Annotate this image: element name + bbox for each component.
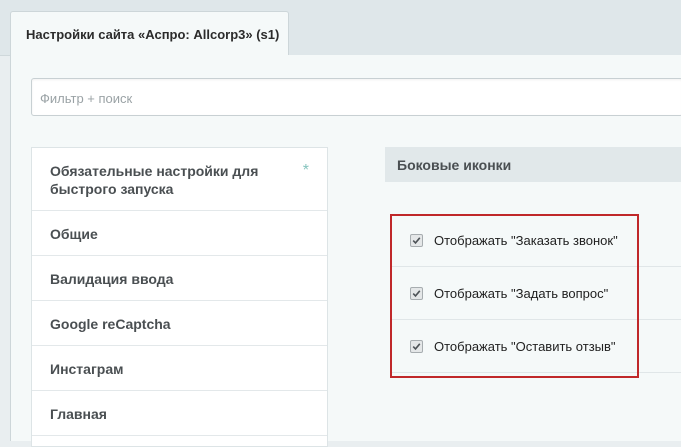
- tab-label: Настройки сайта «Аспро: Allcorp3» (s1): [26, 27, 280, 42]
- search-input[interactable]: Фильтр + поиск: [31, 78, 681, 116]
- sidebar-item-input-validation[interactable]: Валидация ввода: [32, 256, 327, 301]
- section-title: Боковые иконки: [397, 157, 512, 173]
- option-row-question: Отображать "Задать вопрос": [390, 267, 681, 320]
- sidebar-item-instagram[interactable]: Инстаграм: [32, 346, 327, 391]
- option-label: Отображать "Заказать звонок": [434, 233, 618, 248]
- settings-sidebar: Обязательные настройки для быстрого запу…: [31, 147, 328, 447]
- checkbox-question[interactable]: [410, 287, 423, 300]
- top-bar: Настройки сайта «Аспро: Allcorp3» (s1): [0, 0, 681, 56]
- sidebar-item-recaptcha[interactable]: Google reCaptcha: [32, 301, 327, 346]
- options-list: Отображать "Заказать звонок" Отображать …: [390, 214, 681, 378]
- sidebar-item-quick-start[interactable]: Обязательные настройки для быстрого запу…: [32, 148, 327, 211]
- tab-site-settings[interactable]: Настройки сайта «Аспро: Allcorp3» (s1): [10, 11, 289, 55]
- checkbox-callback[interactable]: [410, 234, 423, 247]
- sidebar-item-label: Главная: [50, 406, 107, 422]
- option-label: Отображать "Задать вопрос": [434, 286, 609, 301]
- sidebar-item-main[interactable]: Главная: [32, 391, 327, 436]
- sidebar-item-general[interactable]: Общие: [32, 211, 327, 256]
- checkmark-icon: [412, 343, 421, 351]
- checkbox-review[interactable]: [410, 340, 423, 353]
- option-row-review: Отображать "Оставить отзыв": [390, 320, 681, 373]
- option-row-callback: Отображать "Заказать звонок": [390, 214, 681, 267]
- option-label: Отображать "Оставить отзыв": [434, 339, 616, 354]
- checkmark-icon: [412, 237, 421, 245]
- section-header: Боковые иконки: [385, 147, 681, 182]
- sidebar-item-label: Инстаграм: [50, 361, 124, 377]
- search-placeholder: Фильтр + поиск: [40, 91, 133, 106]
- sidebar-item-label: Google reCaptcha: [50, 316, 171, 332]
- sidebar-item-label: Общие: [50, 226, 98, 242]
- sidebar-item-label: Валидация ввода: [50, 271, 174, 287]
- sidebar-item-label: Обязательные настройки для быстрого запу…: [50, 163, 259, 197]
- checkmark-icon: [412, 290, 421, 298]
- asterisk-icon: *: [302, 162, 309, 179]
